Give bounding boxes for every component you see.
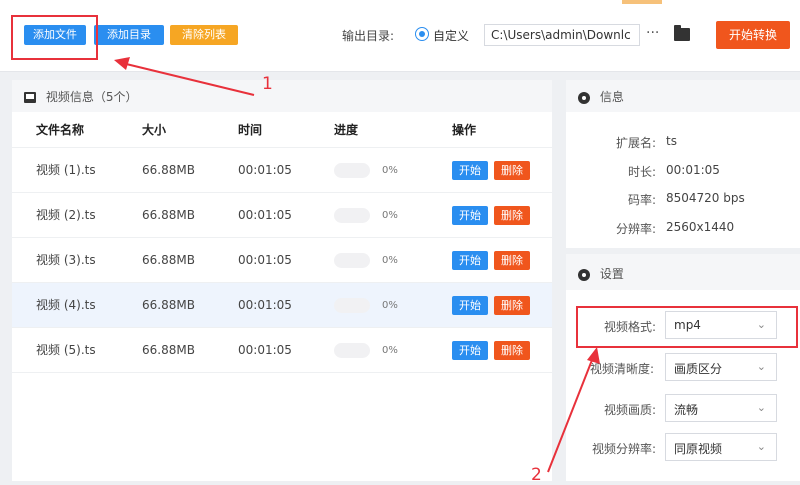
- annotation-number-2: 2: [531, 465, 542, 485]
- annotation-number-1: 1: [262, 74, 273, 94]
- annotation-arrows: [114, 57, 600, 473]
